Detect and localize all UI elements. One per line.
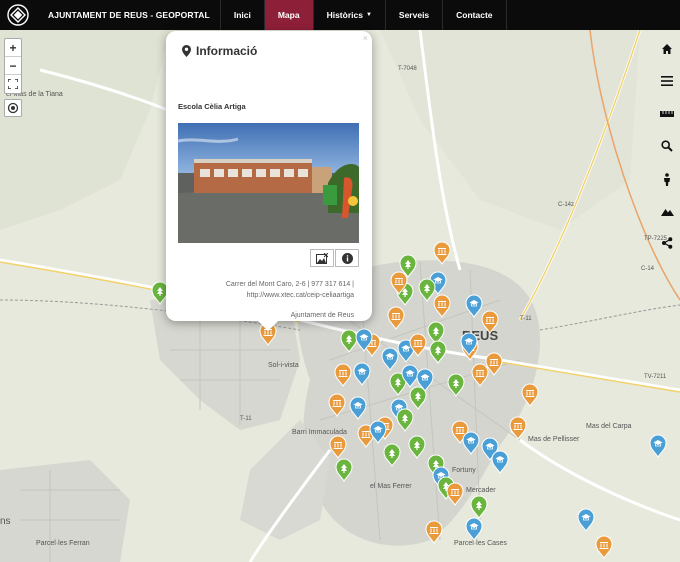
place-label: Fortuny bbox=[452, 467, 476, 474]
website-link[interactable]: http://www.xtec.cat/ceip-celiaartiga bbox=[174, 290, 354, 301]
share-button[interactable] bbox=[658, 234, 676, 252]
nav-serveis[interactable]: Serveis bbox=[386, 0, 444, 30]
map-pin-icon bbox=[182, 45, 191, 57]
streetview-icon bbox=[664, 172, 670, 186]
info-icon bbox=[341, 252, 353, 264]
road-label: T-11 bbox=[240, 416, 252, 422]
place-label: Parcel·les Cases bbox=[454, 540, 507, 547]
place-label: ns bbox=[0, 516, 11, 527]
nav-mapa[interactable]: Mapa bbox=[264, 0, 314, 30]
school-name: Escola Cèlia Artiga bbox=[178, 102, 246, 111]
nav-historics-label: Històrics bbox=[326, 10, 363, 20]
road-label: T-11 bbox=[520, 316, 532, 322]
nav-historics[interactable]: Històrics ▼ bbox=[314, 0, 386, 30]
place-label: Mas de Pellisser bbox=[528, 436, 580, 443]
data-owner: Ajuntament de Reus bbox=[290, 312, 354, 319]
zoom-in-button[interactable]: + bbox=[5, 39, 21, 57]
address-line: Carrer del Mont Caro, 2-6 | 977 317 614 … bbox=[225, 281, 354, 288]
road-label: C-14 bbox=[641, 266, 655, 272]
terrain-icon bbox=[660, 208, 674, 216]
caret-down-icon: ▼ bbox=[365, 12, 372, 18]
popup-close-button[interactable]: × bbox=[363, 33, 368, 43]
measure-icon bbox=[660, 111, 674, 117]
image-gallery-icon bbox=[316, 252, 328, 264]
zoom-control: + − bbox=[4, 38, 22, 94]
locate-icon bbox=[7, 102, 19, 114]
locate-button[interactable] bbox=[4, 99, 22, 117]
gallery-button[interactable] bbox=[310, 249, 334, 267]
place-label: el Mas Ferrer bbox=[370, 483, 412, 490]
menu-button[interactable] bbox=[658, 72, 676, 90]
school-photo-image bbox=[178, 123, 359, 243]
place-label: Mercader bbox=[466, 487, 496, 494]
right-toolbar bbox=[654, 30, 680, 270]
top-navbar: AJUNTAMENT DE REUS - GEOPORTAL Inici Map… bbox=[0, 0, 680, 30]
share-icon bbox=[662, 237, 673, 249]
road-label: T-7048 bbox=[398, 66, 417, 72]
nav-inici[interactable]: Inici bbox=[221, 0, 265, 30]
fullscreen-icon bbox=[8, 79, 18, 89]
popup-header: Informació bbox=[182, 44, 257, 58]
place-label: Parcel·les Ferran bbox=[36, 540, 90, 547]
place-label: Sol-i-vista bbox=[268, 362, 299, 369]
streetview-button[interactable] bbox=[658, 170, 676, 188]
info-popup: × Informació Escola Cèlia Artiga Carrer … bbox=[166, 31, 372, 331]
search-icon bbox=[661, 140, 673, 152]
reus-logo[interactable] bbox=[0, 0, 36, 30]
school-address: Carrer del Mont Caro, 2-6 | 977 317 614 … bbox=[174, 279, 354, 301]
popup-title: Informació bbox=[196, 44, 258, 58]
home-button[interactable] bbox=[658, 40, 676, 58]
place-label: Barri Immaculada bbox=[292, 429, 347, 436]
portal-title[interactable]: AJUNTAMENT DE REUS - GEOPORTAL bbox=[36, 0, 221, 30]
reus-logo-icon bbox=[7, 4, 29, 26]
measure-button[interactable] bbox=[658, 105, 676, 123]
zoom-out-button[interactable]: − bbox=[5, 57, 21, 75]
school-photo[interactable] bbox=[178, 123, 359, 243]
fullscreen-button[interactable] bbox=[5, 75, 21, 93]
nav-contacte[interactable]: Contacte bbox=[443, 0, 507, 30]
road-label: TV-7211 bbox=[644, 374, 667, 380]
road-label: C-14z bbox=[558, 202, 574, 208]
search-button[interactable] bbox=[658, 137, 676, 155]
info-button[interactable] bbox=[335, 249, 359, 267]
terrain-button[interactable] bbox=[658, 202, 676, 220]
menu-icon bbox=[661, 76, 673, 86]
place-label: Mas del Carpa bbox=[586, 423, 632, 430]
popup-action-buttons bbox=[310, 249, 359, 267]
home-icon bbox=[662, 44, 672, 54]
